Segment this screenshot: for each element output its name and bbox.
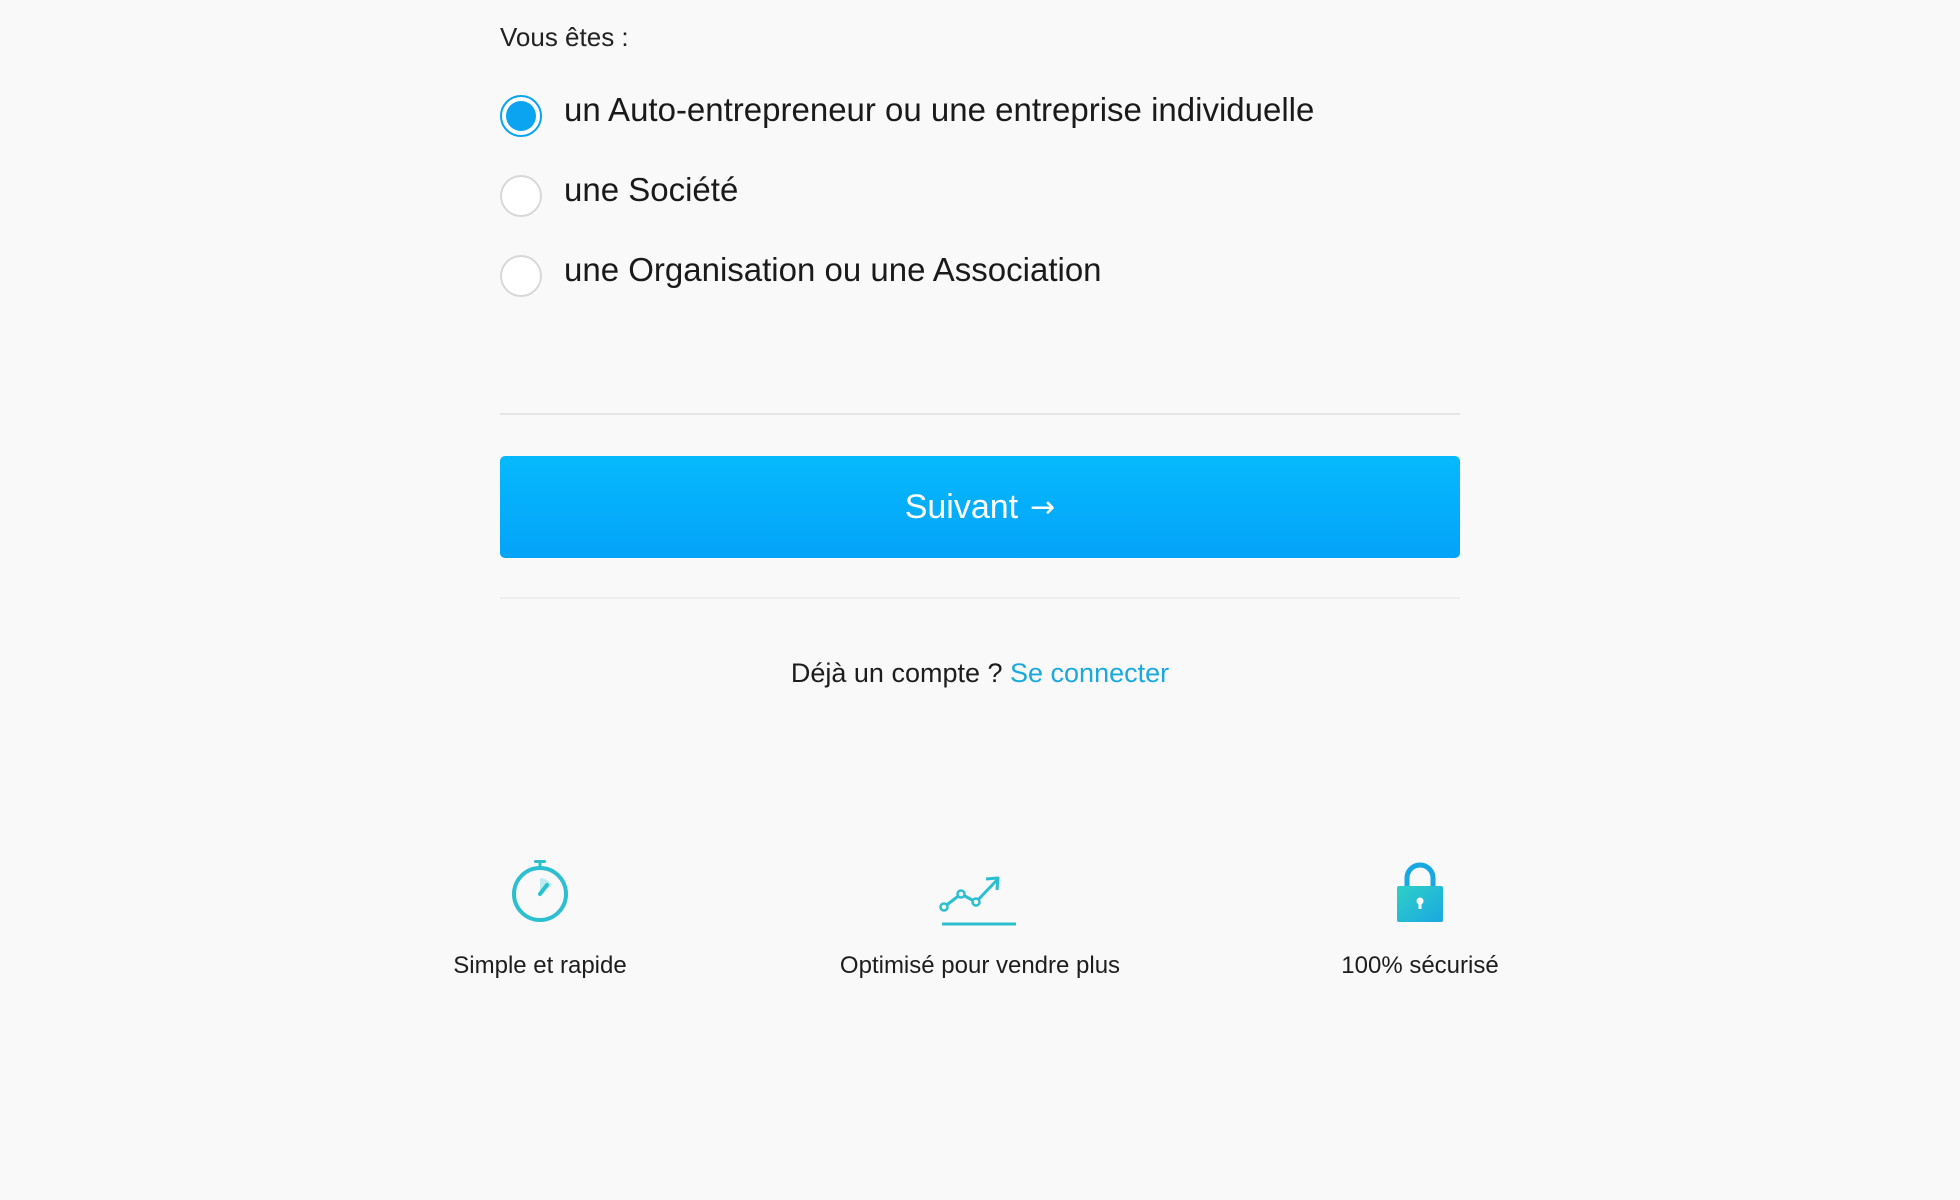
form-question: Vous êtes : bbox=[500, 22, 629, 52]
option-auto-entrepreneur[interactable]: un Auto-entrepreneur ou une entreprise i… bbox=[500, 91, 1315, 140]
feature-simple: Simple et rapide bbox=[340, 850, 740, 980]
radio-button-selected[interactable] bbox=[500, 95, 542, 137]
trend-chart-icon bbox=[939, 876, 1016, 926]
arrow-right-icon: → bbox=[1030, 489, 1056, 525]
feature-label: Optimisé pour vendre plus bbox=[839, 952, 1121, 979]
option-organisation[interactable]: une Organisation ou une Association bbox=[500, 251, 1102, 300]
option-label: une Organisation ou une Association bbox=[564, 251, 1102, 288]
login-link[interactable]: Se connecter bbox=[1010, 658, 1169, 688]
next-button[interactable]: Suivant → bbox=[500, 456, 1460, 558]
padlock-icon bbox=[1397, 862, 1443, 922]
option-label: une Société bbox=[564, 171, 739, 208]
feature-label: 100% sécurisé bbox=[1341, 952, 1499, 979]
login-prompt-text: Déjà un compte ? bbox=[790, 658, 1003, 688]
radio-button[interactable] bbox=[500, 175, 542, 217]
option-label: un Auto-entrepreneur ou une entreprise i… bbox=[564, 91, 1315, 128]
feature-optimise: Optimisé pour vendre plus bbox=[780, 850, 1180, 980]
radio-dot bbox=[506, 101, 536, 131]
features-row: Simple et rapide Optimisé pour vendre pl… bbox=[0, 850, 1960, 990]
feature-securise: 100% sécurisé bbox=[1220, 850, 1620, 980]
radio-button[interactable] bbox=[500, 255, 542, 297]
feature-label: Simple et rapide bbox=[453, 952, 627, 979]
signup-page: Vous êtes : un Auto-entrepreneur ou une … bbox=[0, 0, 1960, 1200]
stopwatch-icon bbox=[512, 860, 568, 922]
section-divider bbox=[500, 597, 1460, 599]
option-societe[interactable]: une Société bbox=[500, 171, 739, 220]
next-button-label: Suivant bbox=[904, 487, 1019, 526]
login-prompt: Déjà un compte ? Se connecter bbox=[500, 658, 1460, 689]
section-divider bbox=[500, 413, 1460, 415]
